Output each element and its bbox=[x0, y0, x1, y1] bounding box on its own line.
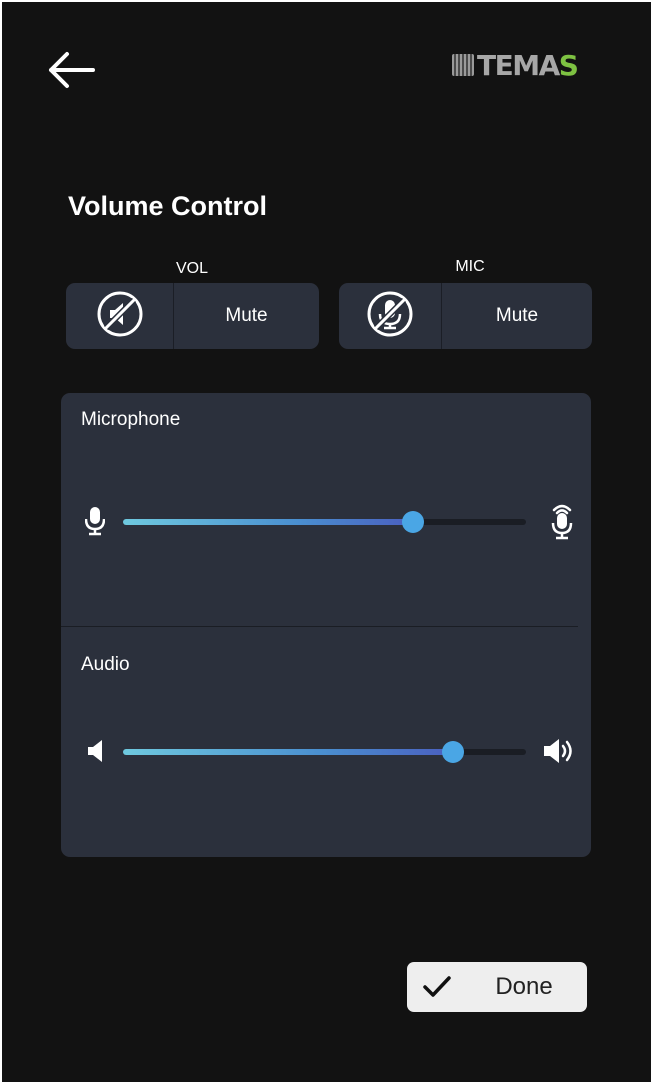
speaker-low-icon bbox=[85, 726, 105, 776]
audio-slider-row bbox=[61, 726, 591, 776]
temas-logo: TEMAS bbox=[452, 47, 579, 83]
page-title: Volume Control bbox=[68, 191, 267, 221]
mic-mute-button[interactable]: Mute bbox=[339, 283, 592, 349]
mic-mute-label: Mute bbox=[495, 305, 539, 326]
mic-label: MIC bbox=[455, 258, 485, 275]
back-button[interactable] bbox=[42, 48, 102, 96]
vol-mute-label: Mute bbox=[225, 305, 268, 326]
arrow-left-icon bbox=[47, 50, 97, 95]
mic-loud-icon bbox=[545, 496, 579, 546]
volume-control-screen: TEMAS Volume Control VOL Mute MIC Mute M… bbox=[2, 2, 651, 1082]
microphone-slider-thumb[interactable] bbox=[402, 511, 425, 533]
vol-label: VOL bbox=[175, 260, 208, 277]
levels-panel: Microphone Audio bbox=[61, 393, 591, 857]
audio-label: Audio bbox=[81, 654, 130, 675]
microphone-slider-row bbox=[61, 496, 591, 546]
section-divider bbox=[61, 626, 578, 627]
vol-mute-icon-cell bbox=[66, 283, 174, 349]
done-button[interactable]: Done bbox=[407, 962, 587, 1012]
mic-icon bbox=[81, 496, 109, 546]
mic-mute-icon-cell bbox=[339, 283, 442, 349]
microphone-slider[interactable] bbox=[123, 511, 526, 533]
done-label: Done bbox=[495, 973, 553, 1000]
microphone-slider-fill bbox=[123, 519, 414, 525]
logo-text: TEMAS bbox=[477, 48, 579, 82]
audio-slider-thumb[interactable] bbox=[442, 741, 465, 763]
audio-slider-fill bbox=[123, 749, 454, 755]
check-icon bbox=[407, 975, 467, 999]
vol-mute-button[interactable]: Mute bbox=[66, 283, 319, 349]
speaker-muted-icon bbox=[96, 290, 144, 343]
speaker-high-icon bbox=[541, 726, 581, 776]
microphone-label: Microphone bbox=[81, 409, 181, 430]
mic-muted-icon bbox=[366, 290, 414, 343]
logo-mark-icon bbox=[452, 54, 474, 76]
audio-slider[interactable] bbox=[123, 741, 526, 763]
